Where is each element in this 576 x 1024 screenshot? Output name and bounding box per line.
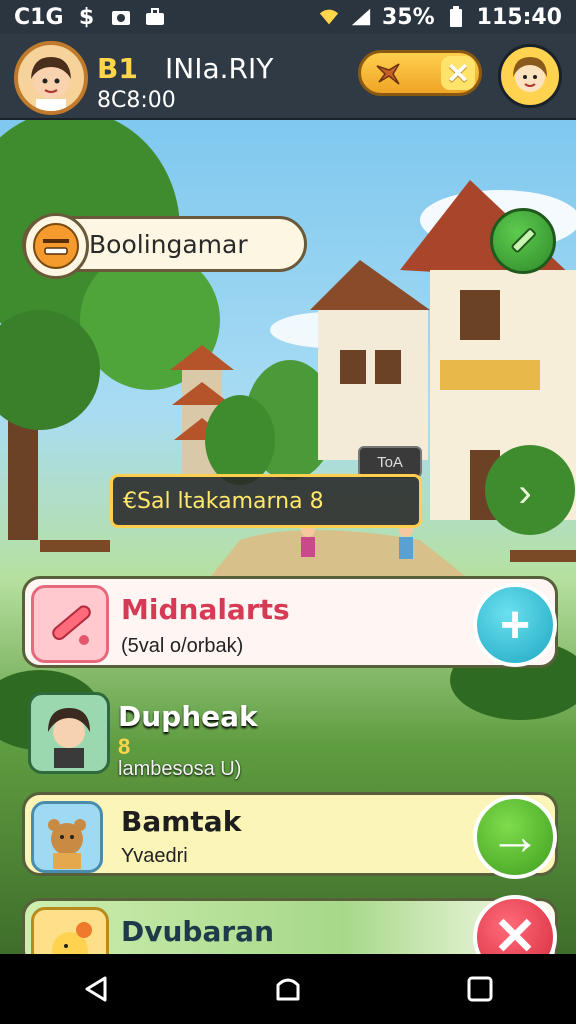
recents-icon[interactable]	[450, 959, 510, 1019]
top-hud: B1 INIa.RIY 8C8:00 ✕	[0, 34, 576, 120]
card-title: Dupheak	[118, 700, 258, 733]
character-portrait	[28, 692, 110, 774]
card-subtitle: Yvaedri	[121, 845, 188, 867]
battery-icon	[445, 6, 467, 28]
back-icon[interactable]	[66, 959, 126, 1019]
status-bar: C1G $ 35% 115:40	[0, 0, 576, 34]
system-nav-bar	[0, 954, 576, 1024]
card-title: Midnalarts	[121, 593, 290, 626]
game-scene: Boolingamar ToA €Sal ltakamarna 8 › Midn…	[0, 120, 576, 954]
quest-banner[interactable]: Boolingamar	[22, 213, 307, 279]
card-subtitle: lambesosa U)	[118, 758, 242, 780]
card-title: Dvubaran	[121, 915, 275, 948]
camera-icon	[110, 6, 132, 28]
status-time-left: C1G	[14, 4, 64, 30]
add-button[interactable]: +	[473, 583, 557, 667]
close-icon[interactable]: ✕	[441, 56, 475, 90]
chick-portrait	[31, 907, 109, 954]
list-item[interactable]: Dvubaran ✕	[22, 895, 558, 954]
battery-percent: 35%	[381, 4, 435, 30]
remove-button[interactable]: ✕	[473, 895, 557, 954]
player-level: B1	[97, 52, 138, 85]
quest-label: Boolingamar	[89, 229, 248, 259]
status-clock: 115:40	[476, 4, 562, 30]
player-name: INIa.RIY	[165, 52, 274, 85]
friend-avatar[interactable]	[498, 44, 562, 108]
home-icon[interactable]	[258, 959, 318, 1019]
signal-icon	[350, 6, 372, 28]
arrow-right-icon: →	[489, 808, 541, 866]
task-tooltip[interactable]: €Sal ltakamarna 8	[110, 474, 422, 528]
bear-portrait	[31, 801, 103, 873]
plus-icon: +	[499, 596, 531, 654]
card-subtitle: (5val o/orbak)	[121, 635, 244, 657]
list-item[interactable]: Dupheak 8 lambesosa U)	[22, 686, 558, 786]
list-item[interactable]: Midnalarts (5val o/orbak) +	[22, 576, 558, 668]
tooltip-text: €Sal ltakamarna 8	[123, 488, 324, 514]
edit-button[interactable]	[490, 208, 556, 274]
dollar-icon: $	[78, 4, 95, 30]
quest-face-icon	[23, 213, 89, 279]
energy-pill[interactable]: ✕	[358, 50, 482, 96]
close-icon: ✕	[493, 908, 537, 954]
next-arrow-icon[interactable]: ›	[500, 468, 550, 518]
player-avatar[interactable]	[14, 41, 88, 115]
wifi-icon	[318, 6, 340, 28]
bolt-icon	[376, 63, 400, 85]
go-button[interactable]: →	[473, 795, 557, 879]
brush-icon	[31, 585, 109, 663]
card-level: 8	[118, 734, 131, 759]
card-title: Bamtak	[121, 805, 242, 838]
list-item[interactable]: Bamtak Yvaedri →	[22, 792, 558, 879]
coin-counter: 8C8:00	[97, 88, 176, 113]
briefcase-icon	[144, 6, 166, 28]
pencil-icon	[511, 228, 536, 253]
